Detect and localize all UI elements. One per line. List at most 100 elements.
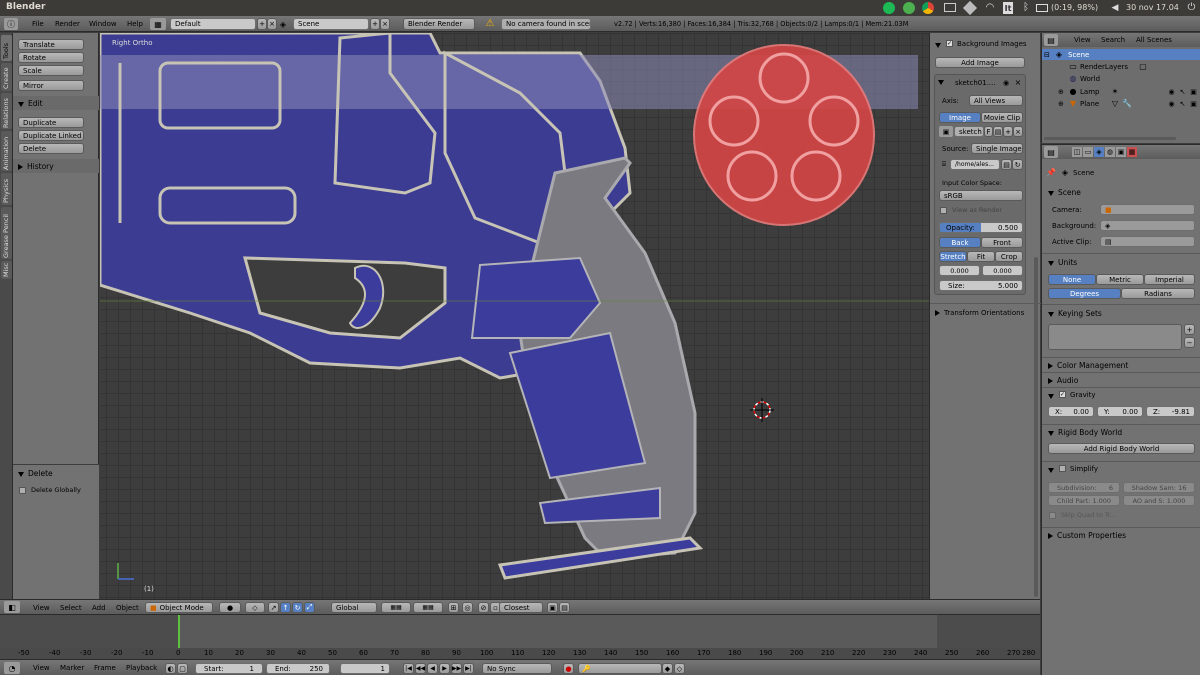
history-panel-header[interactable]: History <box>13 159 99 173</box>
gravity-checkbox[interactable]: ✓ <box>1059 391 1066 398</box>
renderlayer-toggle-icon[interactable]: ▢ <box>1138 61 1148 72</box>
jump-end-button[interactable]: ▶| <box>463 663 474 674</box>
shading-select[interactable]: ● <box>219 602 241 613</box>
tab-image-source[interactable]: Image <box>939 112 981 123</box>
custom-properties-header[interactable]: Custom Properties <box>1042 527 1200 540</box>
menu-render[interactable]: Render <box>55 20 80 28</box>
menu-file[interactable]: File <box>32 20 44 28</box>
pivot-select[interactable]: ◇ <box>245 602 265 613</box>
gravity-x-field[interactable]: X: 0.00 <box>1048 406 1094 417</box>
audio-header[interactable]: Audio <box>1042 372 1200 385</box>
current-frame-field[interactable]: 1 <box>340 663 390 674</box>
add-image-button[interactable]: Add Image <box>935 57 1025 68</box>
simplify-ao-sss-field[interactable]: AO and S: 1.000 <box>1123 495 1195 506</box>
outliner-menu-search[interactable]: Search <box>1101 36 1125 44</box>
keying-sets-list[interactable] <box>1048 324 1182 350</box>
render-engine-select[interactable]: Blender Render <box>403 18 475 30</box>
color-space-select[interactable]: sRGB <box>939 190 1023 201</box>
lock-layers-button[interactable]: ⊞ <box>448 602 459 613</box>
screen-layout-field[interactable]: Default <box>170 18 256 30</box>
timeline-menu-marker[interactable]: Marker <box>60 664 84 672</box>
texture-tab-icon[interactable]: ▦ <box>1127 147 1137 157</box>
spotify-icon[interactable] <box>883 2 895 14</box>
end-frame-field[interactable]: End: 250 <box>266 663 330 674</box>
timeline-menu-playback[interactable]: Playback <box>126 664 157 672</box>
units-panel-header[interactable]: Units <box>1042 253 1200 267</box>
offset-x-field[interactable]: 0.000 <box>939 265 980 276</box>
outliner-row-lamp[interactable]: ⊕ ● Lamp ✶ ◉ ↖ ▣ <box>1042 86 1200 97</box>
scene-tab-icon[interactable]: ◈ <box>1094 147 1104 157</box>
tab-relations[interactable]: Relations <box>1 93 12 129</box>
scene-field[interactable]: Scene <box>293 18 369 30</box>
layers-grid-a[interactable]: ▦▦ <box>381 602 411 613</box>
lamp-select-icon[interactable]: ↖ <box>1178 86 1187 97</box>
offset-y-field[interactable]: 0.000 <box>982 265 1023 276</box>
layout-icon[interactable]: ▦ <box>150 18 166 30</box>
simplify-header[interactable]: Simplify <box>1042 461 1200 474</box>
keyboard-icon[interactable]: It <box>1003 2 1013 14</box>
tab-physics[interactable]: Physics <box>1 173 12 205</box>
browse-file-button[interactable]: ▤ <box>1001 159 1012 170</box>
scene-panel-header[interactable]: Scene <box>1042 185 1200 199</box>
plane-render-icon[interactable]: ▣ <box>1189 98 1198 109</box>
unit-imperial-button[interactable]: Imperial <box>1144 274 1195 285</box>
pin-icon[interactable]: 📌 <box>1046 167 1056 177</box>
clock[interactable]: 30 nov 17.04 <box>1126 3 1179 12</box>
keying-remove-button[interactable]: − <box>1184 337 1195 348</box>
manipulator-toggle[interactable]: ↗ <box>268 602 279 613</box>
tab-misc[interactable]: Misc <box>1 261 12 279</box>
outliner-row-plane[interactable]: ⊕ ▼ Plane ▽ 🔧 ◉ ↖ ▣ <box>1042 98 1200 109</box>
outliner-row-scene[interactable]: ⊟ ◈ Scene <box>1042 49 1200 60</box>
modifier-icon[interactable]: 🔧 <box>1122 98 1132 109</box>
operator-header[interactable]: Delete <box>18 469 53 478</box>
timeline[interactable]: -50 -40 -30 -20 -10 0 10 20 30 40 50 60 … <box>0 614 1040 660</box>
orientation-select[interactable]: Global <box>331 602 377 613</box>
viewport-3d[interactable]: Right Ortho (1) <box>100 33 929 599</box>
timeline-menu-frame[interactable]: Frame <box>94 664 116 672</box>
mail-icon[interactable] <box>944 3 956 12</box>
snap-toggle-button[interactable]: ⊘ <box>478 602 489 613</box>
mode-select[interactable]: ■ Object Mode <box>145 602 213 613</box>
plane-visibility-icon[interactable]: ◉ <box>1167 98 1176 109</box>
gravity-z-field[interactable]: Z: -9.81 <box>1146 406 1195 417</box>
view3d-editor-icon[interactable]: ◧ <box>4 601 20 613</box>
image-browse-icon[interactable]: ▣ <box>939 126 953 137</box>
outliner-row-renderlayers[interactable]: ▭ RenderLayers ▢ <box>1042 61 1200 72</box>
jump-start-button[interactable]: |◀ <box>403 663 414 674</box>
mesh-data-icon[interactable]: ▽ <box>1110 98 1120 109</box>
view-as-render-checkbox[interactable] <box>940 207 947 214</box>
bg-images-header[interactable]: ✓ Background Images <box>930 37 1041 51</box>
duplicate-button[interactable]: Duplicate <box>18 117 84 128</box>
add-rigid-body-world-button[interactable]: Add Rigid Body World <box>1048 443 1195 454</box>
keying-sets-header[interactable]: Keying Sets <box>1042 304 1200 318</box>
volume-icon[interactable]: ◀ <box>1110 2 1120 14</box>
reload-file-button[interactable]: ↻ <box>1012 159 1023 170</box>
outliner-editor-icon[interactable]: ▤ <box>1044 34 1058 46</box>
scene-add-button[interactable]: + <box>370 18 380 30</box>
open-image-button[interactable]: ▤ <box>993 126 1003 137</box>
stretch-button[interactable]: Stretch <box>939 251 967 262</box>
properties-editor-icon[interactable]: ▤ <box>1044 146 1058 158</box>
delete-globally-checkbox[interactable] <box>19 487 26 494</box>
background-set-field[interactable]: ◈ <box>1100 220 1195 231</box>
chrome-icon[interactable] <box>922 2 934 14</box>
gravity-y-field[interactable]: Y: 0.00 <box>1097 406 1143 417</box>
color-management-header[interactable]: Color Management <box>1042 357 1200 370</box>
layers-grid-b[interactable]: ▦▦ <box>413 602 443 613</box>
rotate-button[interactable]: Rotate <box>18 52 84 63</box>
rigid-body-world-header[interactable]: Rigid Body World <box>1042 424 1200 437</box>
view3d-menu-object[interactable]: Object <box>116 604 139 612</box>
lamp-visibility-icon[interactable]: ◉ <box>1167 86 1176 97</box>
delete-keyframe-button[interactable]: ◇ <box>674 663 685 674</box>
dropbox-icon[interactable] <box>962 0 978 16</box>
remove-image-icon[interactable]: × <box>1014 78 1022 87</box>
simplify-checkbox[interactable] <box>1059 465 1066 472</box>
render-anim-button[interactable]: ▤ <box>559 602 570 613</box>
play-reverse-button[interactable]: ◀ <box>427 663 438 674</box>
view3d-menu-view[interactable]: View <box>33 604 50 612</box>
wifi-icon[interactable]: ◠ <box>984 1 996 13</box>
outliner-display-select[interactable]: All Scenes <box>1132 34 1196 46</box>
keying-add-button[interactable]: + <box>1184 324 1195 335</box>
bluetooth-icon[interactable]: ᛒ <box>1021 1 1031 13</box>
back-button[interactable]: Back <box>939 237 981 248</box>
